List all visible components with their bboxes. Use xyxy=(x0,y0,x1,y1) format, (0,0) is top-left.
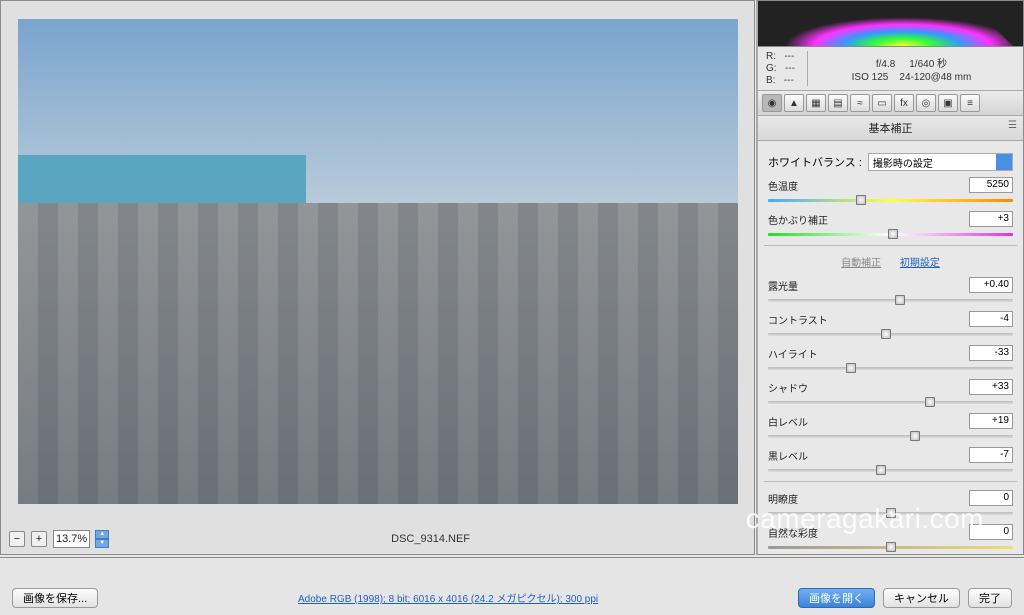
open-image-button[interactable]: 画像を開く xyxy=(798,588,875,608)
cancel-button[interactable]: キャンセル xyxy=(883,588,960,608)
done-button[interactable]: 完了 xyxy=(968,588,1012,608)
white-balance-select[interactable]: 撮影時の設定 xyxy=(868,153,1013,171)
whites-slider[interactable] xyxy=(768,431,1013,441)
panel-menu-icon[interactable]: ☰ xyxy=(1008,120,1017,131)
clarity-label: 明瞭度 xyxy=(768,491,798,506)
highlights-label: ハイライト xyxy=(768,346,818,361)
tab-camera-icon[interactable]: ◎ xyxy=(916,94,936,112)
shadows-slider[interactable] xyxy=(768,397,1013,407)
zoom-in-button[interactable]: + xyxy=(31,531,47,547)
image-info-link[interactable]: Adobe RGB (1998); 8 bit; 6016 x 4016 (24… xyxy=(298,594,598,605)
contrast-label: コントラスト xyxy=(768,312,828,327)
adjustments-panel: R: --- G: --- B: --- f/4.8 1/640 秒 ISO 1… xyxy=(756,0,1024,555)
vibrance-slider[interactable] xyxy=(768,542,1013,552)
whites-value[interactable]: +19 xyxy=(969,413,1013,429)
default-settings-link[interactable]: 初期設定 xyxy=(900,258,940,269)
highlights-slider[interactable] xyxy=(768,363,1013,373)
wb-label: ホワイトバランス : xyxy=(768,154,862,170)
histogram[interactable] xyxy=(758,1,1023,47)
tab-snapshots-icon[interactable]: ≡ xyxy=(960,94,980,112)
panel-title: 基本補正 ☰ xyxy=(758,116,1023,141)
basic-controls: ホワイトバランス : 撮影時の設定 色温度5250 色かぶり補正+3 自動補正 … xyxy=(758,141,1023,555)
zoom-level-select[interactable]: 13.7% xyxy=(53,530,90,548)
blacks-label: 黒レベル xyxy=(768,448,808,463)
tab-curve-icon[interactable]: ▲ xyxy=(784,94,804,112)
zoom-out-button[interactable]: − xyxy=(9,531,25,547)
auto-correct-link[interactable]: 自動補正 xyxy=(841,258,881,269)
bottom-bar: 画像を保存... Adobe RGB (1998); 8 bit; 6016 x… xyxy=(0,557,1024,615)
exposure-label: 露光量 xyxy=(768,278,798,293)
exif-iso-focal: ISO 125 24-120@48 mm xyxy=(852,72,972,83)
exposure-value[interactable]: +0.40 xyxy=(969,277,1013,293)
highlights-value[interactable]: -33 xyxy=(969,345,1013,361)
tab-splittone-icon[interactable]: ≈ xyxy=(850,94,870,112)
whites-label: 白レベル xyxy=(768,414,808,429)
temp-slider[interactable] xyxy=(768,195,1013,205)
preview-pane: − + 13.7% ▲▼ DSC_9314.NEF xyxy=(0,0,755,555)
image-viewport[interactable] xyxy=(18,19,738,504)
exposure-slider[interactable] xyxy=(768,295,1013,305)
tint-label: 色かぶり補正 xyxy=(768,212,828,227)
clarity-slider[interactable] xyxy=(768,508,1013,518)
tab-lens-icon[interactable]: ▭ xyxy=(872,94,892,112)
info-readout: R: --- G: --- B: --- f/4.8 1/640 秒 ISO 1… xyxy=(758,47,1023,91)
shadows-value[interactable]: +33 xyxy=(969,379,1013,395)
tint-slider[interactable] xyxy=(768,229,1013,239)
temp-value[interactable]: 5250 xyxy=(969,177,1013,193)
contrast-slider[interactable] xyxy=(768,329,1013,339)
vibrance-label: 自然な彩度 xyxy=(768,525,818,540)
blacks-value[interactable]: -7 xyxy=(969,447,1013,463)
filename-label: DSC_9314.NEF xyxy=(115,533,746,545)
blacks-slider[interactable] xyxy=(768,465,1013,475)
zoom-bar: − + 13.7% ▲▼ DSC_9314.NEF xyxy=(1,524,754,554)
tint-value[interactable]: +3 xyxy=(969,211,1013,227)
tab-presets-icon[interactable]: ▣ xyxy=(938,94,958,112)
contrast-value[interactable]: -4 xyxy=(969,311,1013,327)
zoom-stepper[interactable]: ▲▼ xyxy=(95,530,109,548)
vibrance-value[interactable]: 0 xyxy=(969,524,1013,540)
tab-detail-icon[interactable]: ▦ xyxy=(806,94,826,112)
panel-tabs: ◉ ▲ ▦ ▤ ≈ ▭ fx ◎ ▣ ≡ xyxy=(758,91,1023,116)
tab-basic-icon[interactable]: ◉ xyxy=(762,94,782,112)
tab-hsl-icon[interactable]: ▤ xyxy=(828,94,848,112)
shadows-label: シャドウ xyxy=(768,380,808,395)
clarity-value[interactable]: 0 xyxy=(969,490,1013,506)
tab-fx-icon[interactable]: fx xyxy=(894,94,914,112)
save-image-button[interactable]: 画像を保存... xyxy=(12,588,98,608)
exif-aperture-shutter: f/4.8 1/640 秒 xyxy=(876,55,947,70)
temp-label: 色温度 xyxy=(768,178,798,193)
image-canvas xyxy=(18,19,738,504)
